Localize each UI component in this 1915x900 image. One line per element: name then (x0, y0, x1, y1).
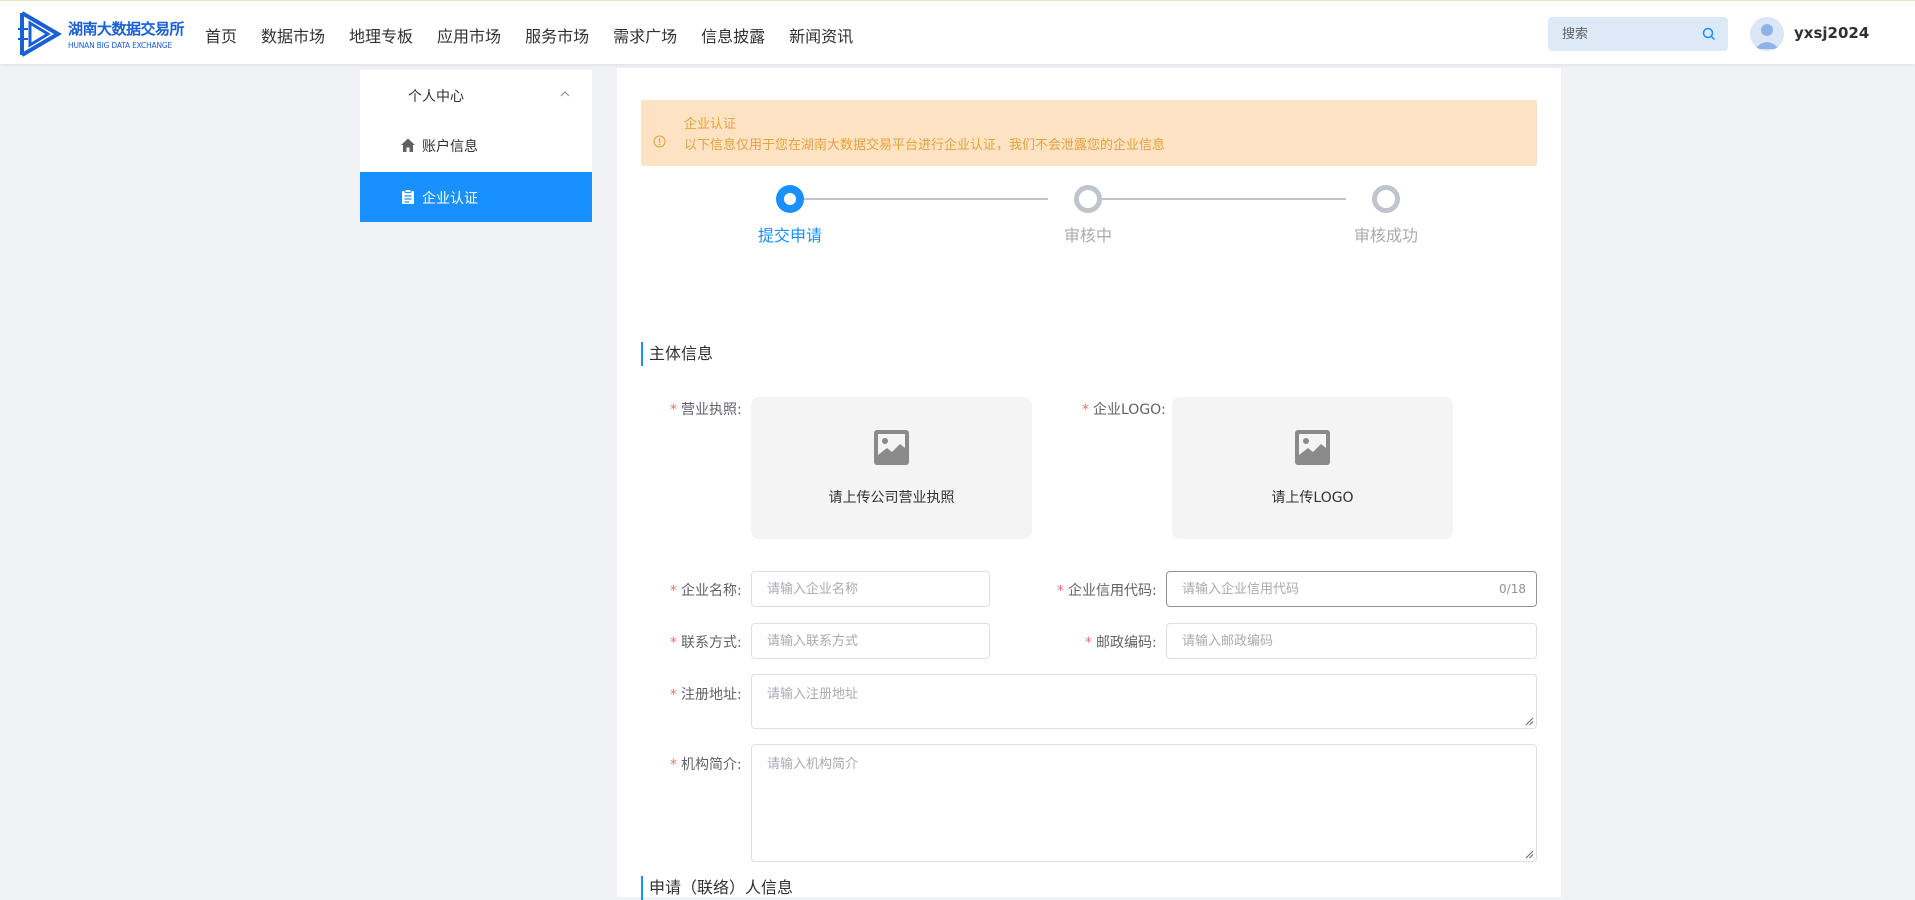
step-label-success: 审核成功 (1353, 226, 1419, 245)
nav-demand-square[interactable]: 需求广场 (613, 23, 677, 47)
main-panel: 企业认证 以下信息仅用于您在湖南大数据交易平台进行企业认证，我们不会泄露您的企业… (617, 68, 1561, 900)
nav-service-market[interactable]: 服务市场 (525, 23, 589, 47)
step-dot-reviewing (1074, 185, 1102, 213)
address-field (751, 674, 1537, 729)
image-placeholder-icon (874, 430, 909, 465)
nav-data-market[interactable]: 数据市场 (261, 23, 325, 47)
contact-input[interactable] (752, 624, 989, 658)
sidebar-group-personal-center[interactable]: 个人中心 (360, 70, 592, 120)
company-name-input[interactable] (752, 572, 989, 606)
search-box (1548, 17, 1728, 51)
logo-text-en: HUNAN BIG DATA EXCHANGE (68, 41, 173, 50)
sidebar-item-enterprise-cert[interactable]: 企业认证 (360, 172, 592, 222)
step-dot-success (1372, 185, 1400, 213)
postal-code-input[interactable] (1167, 624, 1536, 658)
home-icon (401, 138, 415, 152)
char-counter: 0/18 (1499, 582, 1526, 596)
logo-mark-icon (18, 11, 62, 57)
postal-code-field (1166, 623, 1537, 659)
logo[interactable]: 湖南大数据交易所 HUNAN BIG DATA EXCHANGE (18, 9, 186, 59)
top-header: 湖南大数据交易所 HUNAN BIG DATA EXCHANGE 首页 数据市场… (0, 0, 1915, 64)
sidebar-item-label: 企业认证 (422, 191, 478, 207)
sidebar: 个人中心 账户信息 企业认证 (360, 70, 592, 222)
step-connector (1088, 198, 1346, 200)
alert-description: 以下信息仅用于您在湖南大数据交易平台进行企业认证，我们不会泄露您的企业信息 (684, 138, 1166, 153)
alert-title: 企业认证 (684, 117, 737, 132)
company-name-field (751, 571, 990, 607)
image-placeholder-icon (1295, 430, 1330, 465)
postal-code-label: * 邮政编码: (1085, 635, 1157, 651)
address-textarea[interactable] (752, 675, 1536, 728)
sidebar-item-account-info[interactable]: 账户信息 (360, 120, 592, 170)
nav-disclosure[interactable]: 信息披露 (701, 23, 765, 47)
contact-label: * 联系方式: (670, 635, 742, 651)
step-label-submit: 提交申请 (757, 226, 823, 245)
license-label: * 营业执照: (670, 402, 742, 418)
resize-handle-icon[interactable] (1525, 850, 1534, 859)
username[interactable]: yxsj2024 (1794, 24, 1869, 42)
credit-code-field: 0/18 (1166, 571, 1537, 607)
credit-code-label: * 企业信用代码: (1057, 583, 1157, 599)
license-upload-hint: 请上传公司营业执照 (828, 490, 955, 506)
chevron-up-icon (560, 91, 570, 97)
nav-news[interactable]: 新闻资讯 (789, 23, 853, 47)
sidebar-item-label: 账户信息 (422, 139, 478, 155)
nav-app-market[interactable]: 应用市场 (437, 23, 501, 47)
nav-home[interactable]: 首页 (205, 23, 237, 47)
step-dot-submit (776, 185, 804, 213)
logo-text-cn: 湖南大数据交易所 (68, 20, 185, 38)
main-nav: 首页 数据市场 地理专板 应用市场 服务市场 需求广场 信息披露 新闻资讯 (205, 23, 877, 47)
avatar[interactable] (1750, 17, 1784, 51)
info-alert: 企业认证 以下信息仅用于您在湖南大数据交易平台进行企业认证，我们不会泄露您的企业… (641, 100, 1537, 166)
nav-geo-board[interactable]: 地理专板 (349, 23, 413, 47)
search-icon[interactable] (1702, 27, 1716, 41)
resize-handle-icon[interactable] (1525, 717, 1534, 726)
user-avatar-icon (1755, 24, 1779, 49)
address-label: * 注册地址: (670, 687, 742, 703)
logo-upload-hint: 请上传LOGO (1271, 490, 1354, 506)
search-input[interactable] (1548, 17, 1698, 51)
intro-label: * 机构简介: (670, 757, 742, 773)
section-title-applicant-info: 申请（联络）人信息 (641, 876, 793, 900)
credit-code-input[interactable] (1167, 572, 1536, 606)
info-circle-icon (653, 135, 666, 148)
step-connector (790, 198, 1048, 200)
sidebar-group-label: 个人中心 (408, 89, 464, 105)
company-name-label: * 企业名称: (670, 583, 742, 599)
progress-steps: 提交申请 审核中 审核成功 (617, 178, 1561, 258)
logo-uploader[interactable]: 请上传LOGO (1172, 397, 1453, 539)
intro-textarea[interactable] (752, 745, 1536, 861)
logo-label: * 企业LOGO: (1082, 402, 1166, 418)
license-uploader[interactable]: 请上传公司营业执照 (751, 397, 1032, 539)
intro-field (751, 744, 1537, 862)
contact-field (751, 623, 990, 659)
document-icon (402, 189, 414, 204)
step-label-reviewing: 审核中 (1063, 226, 1113, 245)
section-title-main-info: 主体信息 (641, 342, 713, 366)
